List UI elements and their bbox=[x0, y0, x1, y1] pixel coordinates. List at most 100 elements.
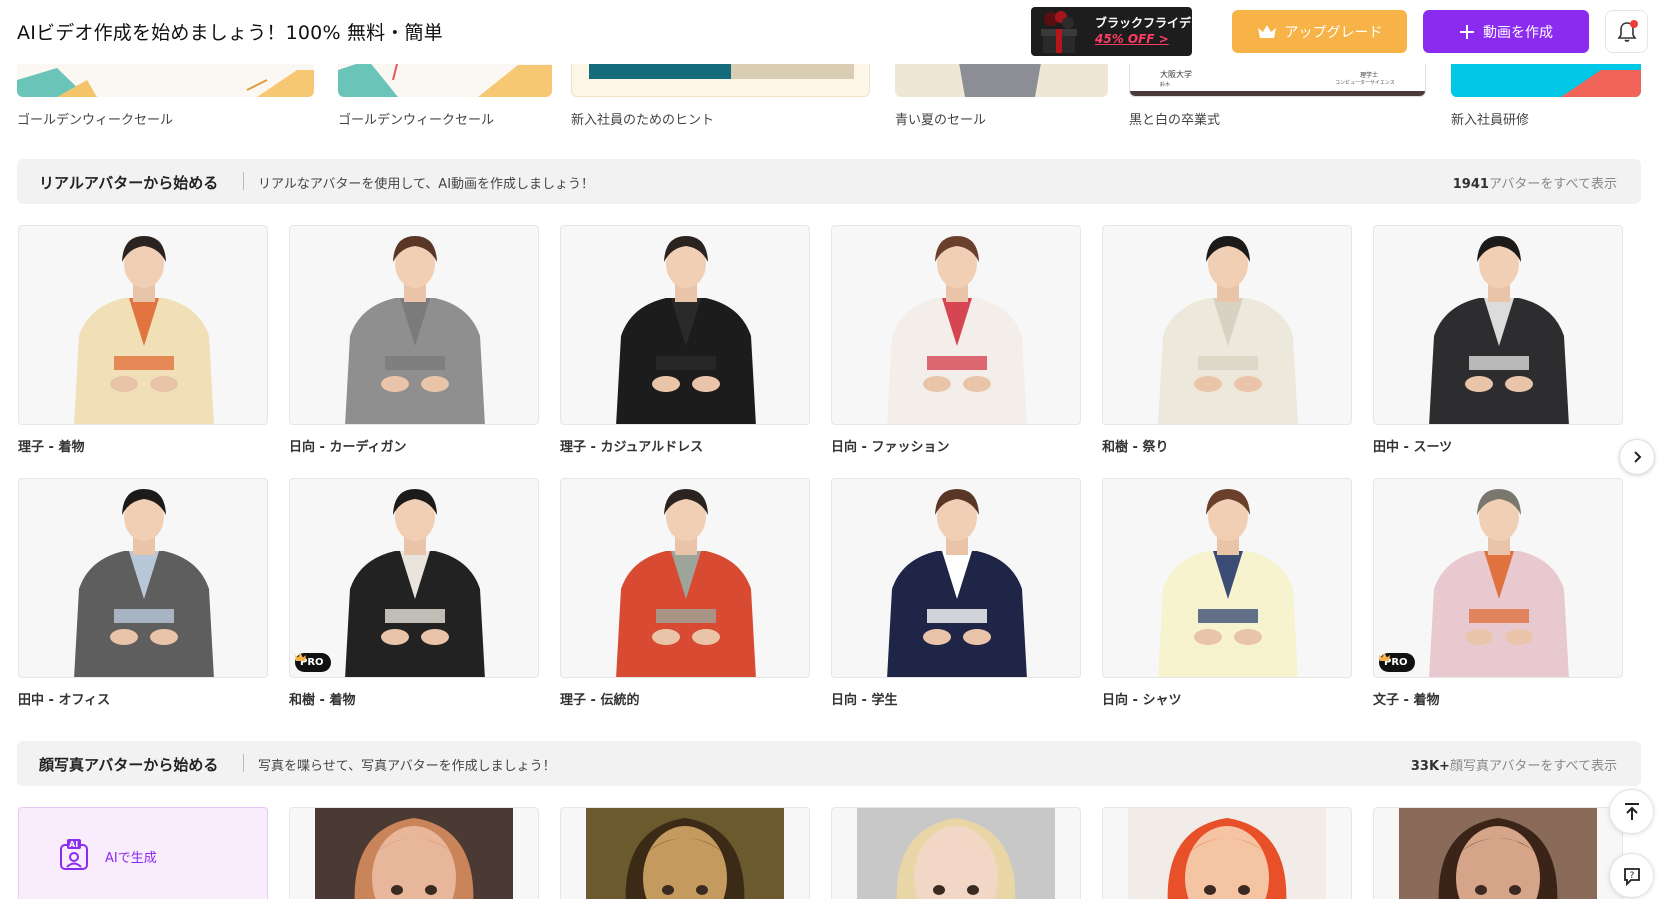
avatar-card[interactable]: PRO bbox=[289, 478, 539, 678]
face-illustration bbox=[354, 818, 474, 899]
avatar-card[interactable] bbox=[560, 225, 810, 425]
pro-badge: PRO bbox=[295, 653, 331, 672]
notifications-button[interactable] bbox=[1605, 10, 1648, 53]
template-label: 新入社員研修 bbox=[1451, 113, 1530, 128]
template-label: 新入社員のためのヒント bbox=[571, 113, 715, 128]
photo-avatar-image bbox=[315, 808, 513, 899]
avatar-photo bbox=[345, 236, 485, 424]
avatar-photo bbox=[1158, 236, 1298, 424]
view-all-avatars-link[interactable]: 1941アバターをすべて表示 bbox=[1453, 173, 1617, 192]
avatar-photo bbox=[616, 236, 756, 424]
avatar-name: 理子 - カジュアルドレス bbox=[560, 440, 704, 455]
avatar-name: 日向 - 学生 bbox=[831, 693, 898, 708]
ai-generate-avatar-card[interactable]: AI AIで生成 bbox=[18, 807, 268, 899]
section-divider bbox=[243, 172, 244, 190]
black-friday-promo-banner[interactable]: ブラックフライデー 45% OFF > bbox=[1031, 7, 1192, 56]
section-title: リアルアバターから始める bbox=[39, 174, 219, 192]
avatar-card[interactable] bbox=[831, 225, 1081, 425]
arrow-up-to-top-icon bbox=[1624, 802, 1639, 820]
template-label: 黒と白の卒業式 bbox=[1129, 113, 1221, 128]
face-illustration bbox=[1167, 818, 1287, 899]
section-title: 顔写真アバターから始める bbox=[39, 756, 219, 774]
help-chat-icon: ? bbox=[1623, 867, 1640, 886]
view-all-label: アバターをすべて表示 bbox=[1488, 177, 1617, 192]
photo-avatar-image bbox=[1399, 808, 1597, 899]
template-text: 鈴木 bbox=[1160, 82, 1171, 88]
photo-avatar-card[interactable] bbox=[831, 807, 1081, 899]
avatar-photo bbox=[887, 236, 1027, 424]
avatar-name: 和樹 - 祭り bbox=[1102, 440, 1169, 455]
photo-avatar-card[interactable] bbox=[1373, 807, 1623, 899]
plus-icon bbox=[1460, 24, 1474, 39]
avatar-count: 1941 bbox=[1452, 177, 1489, 192]
avatar-photo bbox=[345, 489, 485, 677]
template-text: コンピューターサイエンス bbox=[1335, 80, 1395, 86]
promo-title: ブラックフライデー bbox=[1095, 16, 1192, 30]
section-subtitle: 写真を喋らせて、写真アバターを作成しましょう！ bbox=[258, 759, 556, 774]
avatar-card[interactable] bbox=[289, 225, 539, 425]
avatar-name: 日向 - カーディガン bbox=[289, 440, 407, 455]
avatar-card[interactable] bbox=[1102, 478, 1352, 678]
photo-avatar-image bbox=[586, 808, 784, 899]
notification-badge bbox=[1630, 20, 1638, 28]
avatar-photo bbox=[74, 489, 214, 677]
section-divider bbox=[243, 754, 244, 772]
avatar-name: 理子 - 着物 bbox=[18, 440, 85, 455]
avatar-card[interactable] bbox=[831, 478, 1081, 678]
face-illustration bbox=[1438, 818, 1558, 899]
photo-avatars-section-header: 顔写真アバターから始める 写真を喋らせて、写真アバターを作成しましょう！ 33K… bbox=[17, 741, 1641, 786]
gift-icon bbox=[1041, 11, 1077, 53]
avatar-photo bbox=[1429, 489, 1569, 677]
photo-avatar-count: 33K+ bbox=[1410, 759, 1450, 774]
face-illustration bbox=[625, 818, 745, 899]
photo-avatar-image bbox=[1128, 808, 1326, 899]
section-subtitle: リアルなアバターを使用して、AI動画を作成しましょう！ bbox=[258, 177, 595, 192]
template-label: ゴールデンウィークセール bbox=[338, 113, 495, 128]
promo-discount-link[interactable]: 45% OFF > bbox=[1095, 32, 1169, 46]
create-video-button[interactable]: 動画を作成 bbox=[1423, 10, 1589, 53]
back-to-top-button[interactable] bbox=[1609, 789, 1654, 834]
svg-text:?: ? bbox=[1629, 871, 1634, 881]
photo-avatar-card[interactable] bbox=[1102, 807, 1352, 899]
avatar-photo bbox=[74, 236, 214, 424]
photo-avatar-image bbox=[857, 808, 1055, 899]
avatar-photo bbox=[1158, 489, 1298, 677]
avatar-card[interactable] bbox=[560, 478, 810, 678]
avatar-name: 田中 - オフィス bbox=[18, 693, 111, 708]
avatar-name: 和樹 - 着物 bbox=[289, 693, 356, 708]
template-label: ゴールデンウィークセール bbox=[17, 113, 174, 128]
crown-icon bbox=[1379, 653, 1390, 661]
page-title: AIビデオ作成を始めましょう！100% 無料・簡単 bbox=[17, 22, 443, 44]
avatar-card[interactable] bbox=[18, 478, 268, 678]
avatar-card[interactable]: PRO bbox=[1373, 478, 1623, 678]
avatar-card[interactable] bbox=[1102, 225, 1352, 425]
template-text: 大阪大学 bbox=[1160, 70, 1192, 79]
pro-badge: PRO bbox=[1379, 653, 1415, 672]
avatar-name: 日向 - シャツ bbox=[1102, 693, 1182, 708]
create-video-label: 動画を作成 bbox=[1483, 24, 1553, 41]
photo-avatar-card[interactable] bbox=[289, 807, 539, 899]
avatar-name: 文子 - 着物 bbox=[1373, 693, 1440, 708]
next-avatars-button[interactable] bbox=[1619, 439, 1655, 475]
avatar-photo bbox=[1429, 236, 1569, 424]
avatar-card[interactable] bbox=[1373, 225, 1623, 425]
avatar-name: 理子 - 伝統的 bbox=[560, 693, 640, 708]
view-all-label: 顔写真アバターをすべて表示 bbox=[1449, 759, 1617, 774]
crown-icon bbox=[1257, 24, 1276, 38]
avatar-photo bbox=[887, 489, 1027, 677]
template-label: 青い夏のセール bbox=[895, 113, 987, 128]
view-all-photo-avatars-link[interactable]: 33K+顔写真アバターをすべて表示 bbox=[1411, 755, 1617, 774]
avatar-name: 日向 - ファッション bbox=[831, 440, 950, 455]
real-avatars-section-header: リアルアバターから始める リアルなアバターを使用して、AI動画を作成しましょう！… bbox=[17, 159, 1641, 204]
avatar-card[interactable] bbox=[18, 225, 268, 425]
face-illustration bbox=[896, 818, 1016, 899]
photo-avatar-card[interactable] bbox=[560, 807, 810, 899]
avatar-photo bbox=[616, 489, 756, 677]
help-button[interactable]: ? bbox=[1609, 853, 1654, 898]
top-bar: AIビデオ作成を始めましょう！100% 無料・簡単 ブラックフライデー 45% … bbox=[0, 0, 1661, 64]
chevron-right-icon bbox=[1634, 451, 1642, 463]
ai-generate-label: AIで生成 bbox=[105, 851, 157, 866]
upgrade-label: アップグレード bbox=[1284, 24, 1383, 41]
upgrade-button[interactable]: アップグレード bbox=[1232, 10, 1407, 53]
crown-icon bbox=[295, 653, 306, 661]
